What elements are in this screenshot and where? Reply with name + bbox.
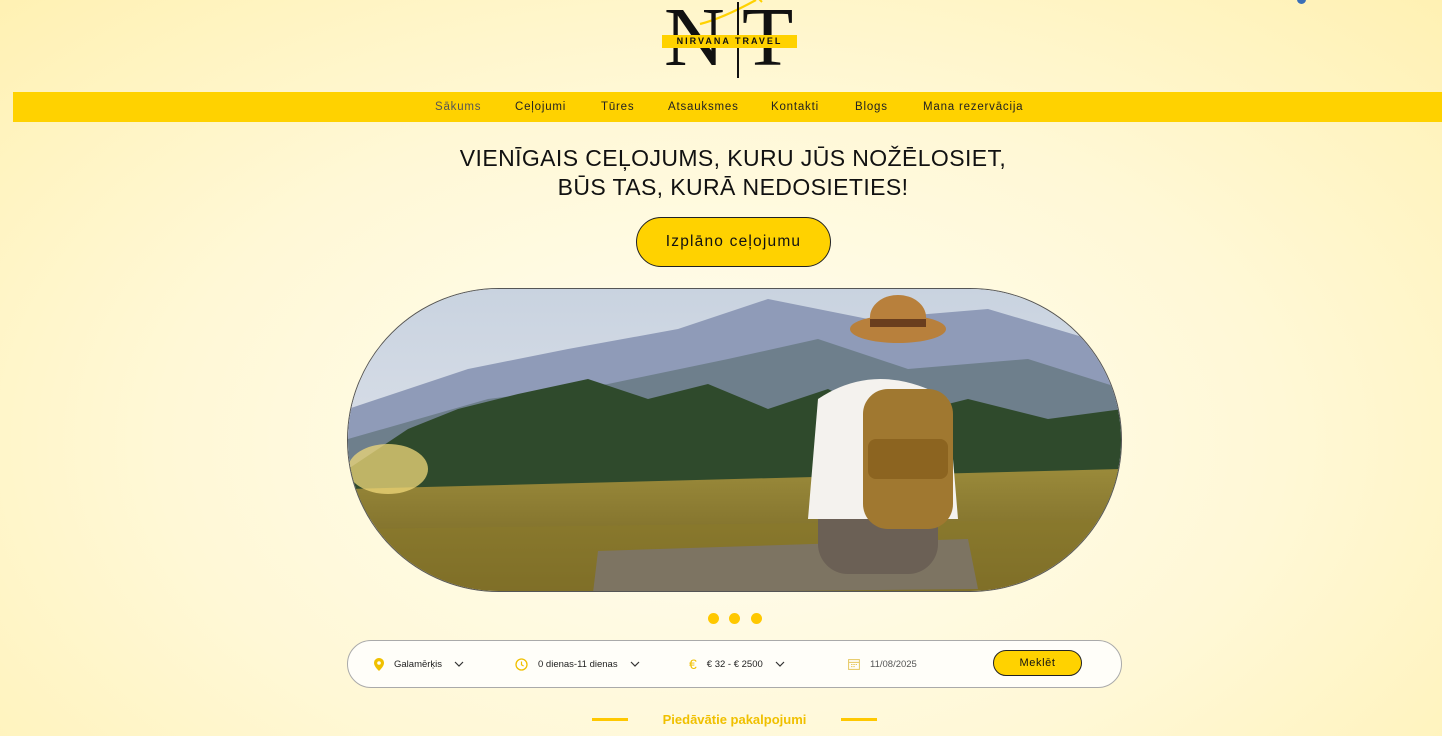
hero-headline-line2: BŪS TAS, KURĀ NEDOSIETIES! <box>557 174 909 200</box>
slider-dot-2[interactable] <box>729 613 741 624</box>
nav-item-atsauksmes[interactable]: Atsauksmes <box>668 92 739 122</box>
nav-item-kontakti[interactable]: Kontakti <box>771 92 819 122</box>
chevron-down-icon <box>775 661 785 667</box>
chevron-down-icon <box>630 661 640 667</box>
services-heading: Piedāvātie pakalpojumi <box>592 709 877 729</box>
plan-trip-button[interactable]: Izplāno ceļojumu <box>636 217 831 267</box>
nav-item-celojumi[interactable]: Ceļojumi <box>515 92 566 122</box>
hero-landscape-image <box>348 289 1121 591</box>
destination-value: Galamērķis <box>394 658 443 670</box>
services-title: Piedāvātie pakalpojumi <box>662 711 807 727</box>
date-value: 11/08/2025 <box>870 658 917 670</box>
destination-select[interactable]: Galamērķis <box>374 641 464 687</box>
logo-brand-name: NIRVANA TRAVEL <box>676 36 783 46</box>
chevron-down-icon <box>454 661 464 667</box>
search-button[interactable]: Meklēt <box>993 650 1082 676</box>
price-select[interactable]: € € 32 - € 2500 <box>689 641 785 687</box>
hero-headline: VIENĪGAIS CEĻOJUMS, KURU JŪS NOŽĒLOSIET,… <box>400 144 1066 202</box>
euro-icon: € <box>689 656 697 672</box>
heading-bar-right <box>841 717 877 721</box>
price-value: € 32 - € 2500 <box>706 658 763 670</box>
main-nav: Sākums Ceļojumi Tūres Atsauksmes Kontakt… <box>13 92 1442 122</box>
slider-dot-1[interactable] <box>708 613 719 624</box>
date-input[interactable]: 11/08/2025 <box>848 641 917 687</box>
duration-select[interactable]: 0 dienas-11 dienas <box>515 641 640 687</box>
map-pin-icon <box>374 657 384 671</box>
slider-dots <box>708 611 768 624</box>
account-icon[interactable] <box>1297 0 1306 4</box>
duration-value: 0 dienas-11 dienas <box>538 658 618 670</box>
nav-item-mana-rezervacija[interactable]: Mana rezervācija <box>923 92 1023 122</box>
nav-item-blogs[interactable]: Blogs <box>855 92 888 122</box>
clock-icon <box>515 657 528 671</box>
hero-image <box>347 288 1122 592</box>
slider-dot-3[interactable] <box>750 613 762 624</box>
search-bar: Galamērķis 0 dienas-11 dienas € € 32 - €… <box>347 640 1122 688</box>
nav-item-sakums[interactable]: Sākums <box>435 92 481 122</box>
calendar-icon <box>848 658 860 670</box>
hero-headline-line1: VIENĪGAIS CEĻOJUMS, KURU JŪS NOŽĒLOSIET, <box>459 145 1007 171</box>
logo[interactable]: N T NIRVANA TRAVEL <box>658 0 816 84</box>
heading-bar-left <box>592 717 628 721</box>
nav-item-tures[interactable]: Tūres <box>601 92 634 122</box>
